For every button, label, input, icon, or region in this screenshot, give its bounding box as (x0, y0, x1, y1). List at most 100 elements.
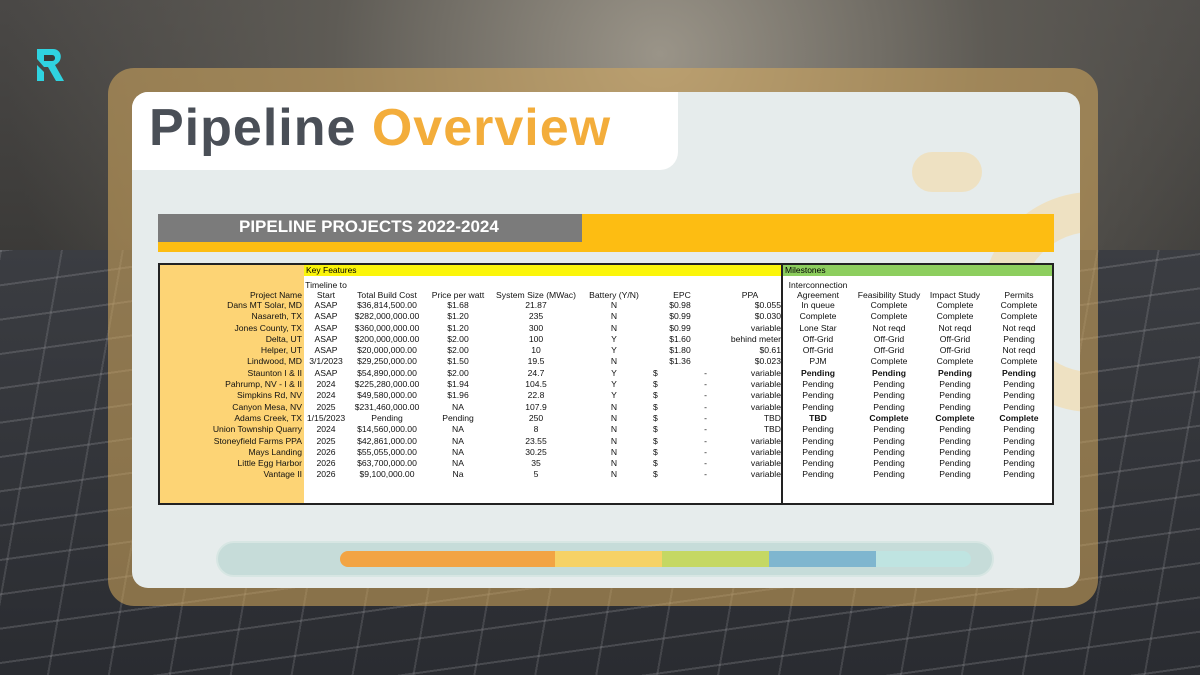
cell-epc-dash: - (704, 435, 707, 446)
table-row: Adams Creek, TX 1/15/2023 Pending Pending 25… (160, 413, 1052, 424)
cell-ppw: $2.00 (447, 345, 469, 356)
header-impact: Impact Study (929, 290, 981, 300)
cell-permits: Complete (1000, 356, 1038, 367)
cell-battery: N (610, 424, 618, 435)
cell-fs: Pending (873, 379, 905, 390)
cell-epc-dash: - (704, 458, 707, 469)
cell-epc: $0.99 (646, 311, 718, 322)
cell-ia: In queue (801, 300, 835, 310)
cell-epc-dash: - (704, 401, 707, 412)
cell-cost: $55,055,000.00 (357, 446, 417, 457)
cell-epc-value: $1.80 (669, 345, 691, 356)
page-title: Pipeline Overview (149, 98, 611, 158)
cell-is: Off-Grid (939, 333, 971, 344)
cell-permits: Pending (1003, 469, 1035, 480)
cell-ppw: $1.96 (447, 390, 469, 401)
cell-fs: Not reqd (872, 322, 906, 333)
cell-timeline: 2026 (316, 458, 336, 469)
cell-size: 19.5 (527, 356, 545, 367)
cell-battery: N (610, 469, 618, 480)
cell-ppa: variable (750, 379, 781, 390)
cell-timeline: 3/1/2023 (309, 356, 343, 367)
cell-ppa: behind meter (730, 333, 781, 344)
cell-ia: TBD (809, 412, 827, 423)
header-interconnection: Interconnection Agreement (788, 280, 848, 300)
table-row: Mays Landing 2026 $55,055,000.00 NA 30.25 N $ -… (160, 447, 1052, 458)
cell-ppw: $2.00 (447, 367, 469, 378)
cell-is: Complete (935, 412, 975, 423)
cell-size: 300 (528, 322, 544, 333)
cell-epc-value: $ (653, 390, 658, 401)
cell-cost: $63,700,000.00 (357, 458, 417, 469)
cell-permits: Complete (1000, 300, 1038, 310)
cell-timeline: ASAP (314, 300, 338, 310)
cell-is: Pending (939, 435, 971, 446)
header-epc: EPC (673, 290, 691, 300)
banner-label-box: PIPELINE PROJECTS 2022-2024 (158, 214, 582, 242)
cell-epc: $1.36 (646, 356, 718, 367)
table-row: Vantage II 2026 $9,100,000.00 Na 5 N $ - variabl… (160, 469, 1052, 480)
cell-epc: $1.80 (646, 345, 718, 356)
cell-is: Pending (939, 424, 971, 435)
cell-epc: $0.98 (646, 300, 718, 311)
cell-ia: Pending (802, 379, 834, 390)
cell-epc: $ - (646, 458, 718, 469)
cell-name: Mays Landing (248, 446, 302, 457)
cell-ppa: variable (750, 458, 781, 469)
cell-battery: N (610, 412, 618, 423)
cell-ppa: variable (750, 435, 781, 446)
banner: PIPELINE PROJECTS 2022-2024 (158, 214, 1054, 252)
cell-ppw: $1.50 (447, 356, 469, 367)
table-row: Jones County, TX ASAP $360,000,000.00 $1.20… (160, 323, 1052, 334)
cell-permits: Pending (1003, 446, 1035, 457)
header-permits: Permits (1004, 290, 1034, 300)
cell-ppa: $0.61 (759, 345, 781, 356)
cell-ia: Off-Grid (802, 333, 834, 344)
cell-name: Helper, UT (260, 345, 302, 356)
cell-name: Jones County, TX (234, 322, 302, 333)
cell-permits: Pending (1003, 435, 1035, 446)
cell-epc-value: $0.99 (669, 322, 691, 333)
cell-timeline: 2024 (316, 424, 336, 435)
slide-card: Pipeline Overview PIPELINE PROJECTS 2022… (132, 92, 1080, 588)
header-feasibility: Feasibility Study (857, 290, 921, 300)
cell-epc-dash: - (704, 469, 707, 480)
cell-epc: $ - (646, 402, 718, 413)
cell-cost: $360,000,000.00 (354, 322, 420, 333)
cell-epc-value: $ (653, 435, 658, 446)
cell-timeline: 2025 (316, 401, 336, 412)
cell-is: Complete (936, 300, 974, 310)
cell-epc-dash: - (704, 412, 707, 423)
table-row: Delta, UT ASAP $200,000,000.00 $2.00 100 Y $1.… (160, 334, 1052, 345)
table-row: Stoneyfield Farms PPA 2025 $42,861,000.00 N… (160, 436, 1052, 447)
cell-epc: $ - (646, 469, 718, 480)
cell-ia: Pending (801, 367, 835, 378)
progress-segment (769, 551, 876, 567)
cell-cost: $36,814,500.00 (357, 300, 417, 310)
cell-permits: Pending (1003, 379, 1035, 390)
cell-name: Canyon Mesa, NV (232, 401, 302, 412)
header-ppa: PPA (741, 290, 759, 300)
cell-timeline: 2026 (316, 446, 336, 457)
banner-title: PIPELINE PROJECTS 2022-2024 (239, 217, 499, 236)
cell-is: Pending (939, 401, 971, 412)
cell-size: 30.25 (525, 446, 547, 457)
cell-ppa: $0.030 (754, 311, 781, 322)
cell-fs: Complete (870, 356, 908, 367)
projects-table: Key Features Milestones Project Name Tim… (158, 263, 1054, 505)
milestones-header: Milestones (782, 265, 1052, 276)
table-row: Canyon Mesa, NV 2025 $231,460,000.00 NA 107.… (160, 402, 1052, 413)
progress-segment (340, 551, 555, 567)
cell-epc-dash: - (704, 367, 707, 378)
cell-ppw: Na (452, 469, 464, 480)
cell-timeline: ASAP (314, 333, 338, 344)
cell-cost: $42,861,000.00 (357, 435, 417, 446)
cell-fs: Complete (870, 311, 908, 322)
cell-epc-value: $ (653, 412, 658, 423)
cell-permits: Pending (1003, 424, 1035, 435)
cell-ppa: $0.023 (754, 356, 781, 367)
cell-name: Little Egg Harbor (237, 458, 303, 469)
table-row: Lindwood, MD 3/1/2023 $29,250,000.00 $1.50 1… (160, 356, 1052, 367)
header-project-name: Project Name (249, 290, 302, 300)
table-row: Staunton I & II ASAP $54,890,000.00 $2.00 24… (160, 368, 1052, 379)
